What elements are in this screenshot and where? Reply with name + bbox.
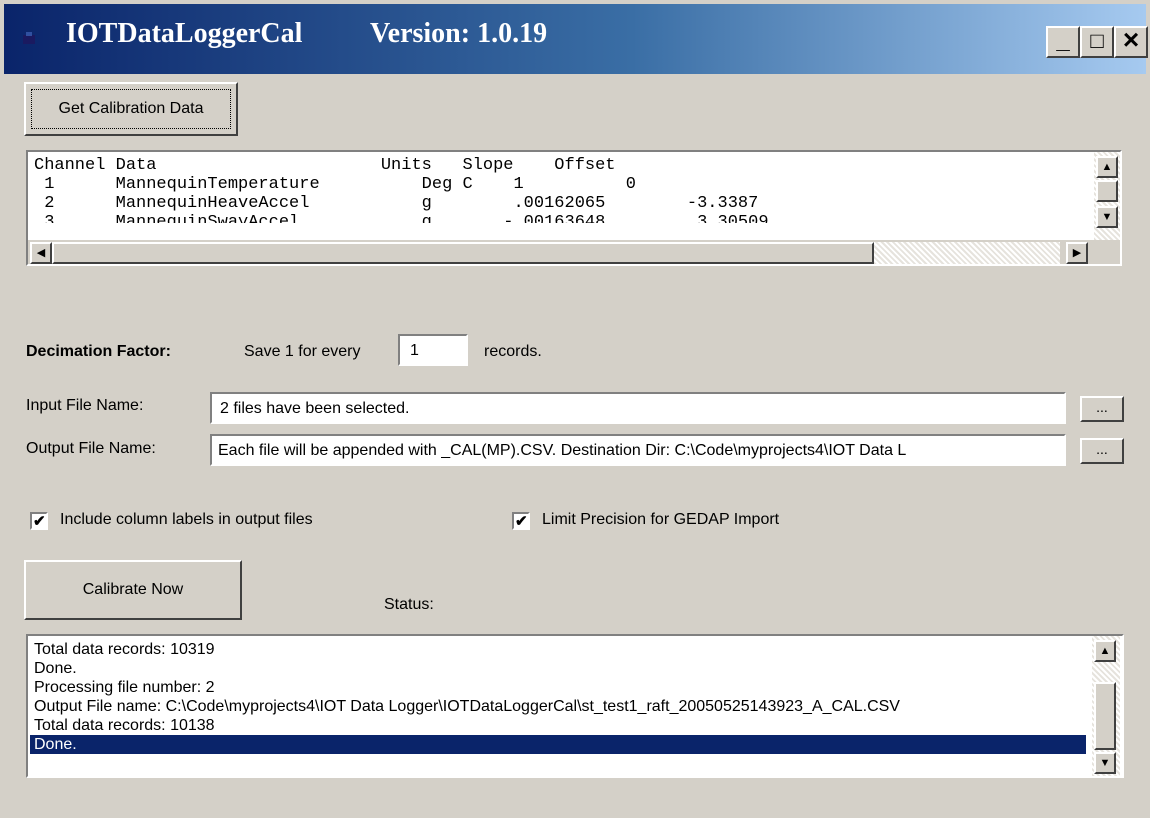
limit-precision-label[interactable]: Limit Precision for GEDAP Import — [542, 511, 779, 529]
minimize-button[interactable]: _ — [1046, 26, 1080, 58]
title-bar[interactable]: IOTDataLoggerCal Version: 1.0.19 _ □ × — [4, 4, 1148, 74]
scroll-down-icon[interactable]: ▼ — [1094, 752, 1116, 774]
list-item-selected[interactable]: Done. — [30, 735, 1086, 754]
scroll-up-icon[interactable]: ▲ — [1096, 156, 1118, 178]
scroll-down-icon[interactable]: ▼ — [1096, 206, 1118, 228]
calibrate-now-button[interactable]: Calibrate Now — [24, 560, 242, 620]
output-browse-button[interactable]: ... — [1080, 438, 1124, 464]
check-mark-icon: ✔ — [515, 513, 528, 530]
scroll-right-icon[interactable]: ▶ — [1066, 242, 1088, 264]
decimation-suffix: records. — [484, 343, 542, 360]
decimation-label: Decimation Factor: — [26, 343, 171, 360]
check-mark-icon: ✔ — [33, 513, 46, 530]
output-file-field[interactable]: Each file will be appended with _CAL(MP)… — [210, 434, 1066, 466]
calibration-table[interactable]: Channel Data Units Slope Offset 1 Manneq… — [26, 150, 1122, 266]
status-vscroll-thumb[interactable] — [1094, 682, 1116, 750]
table-hscroll-track[interactable] — [874, 242, 1060, 264]
table-vscroll-thumb[interactable] — [1096, 180, 1118, 202]
maximize-button[interactable]: □ — [1080, 26, 1114, 58]
input-file-label: Input File Name: — [26, 397, 144, 414]
include-labels-label[interactable]: Include column labels in output files — [60, 511, 313, 529]
calibration-table-header: Channel Data Units Slope Offset — [34, 156, 616, 175]
close-button[interactable]: × — [1114, 26, 1148, 58]
list-item[interactable]: Total data records: 10138 — [34, 716, 215, 735]
decimation-input[interactable]: 1 — [398, 334, 468, 366]
scroll-up-icon[interactable]: ▲ — [1094, 640, 1116, 662]
limit-precision-checkbox[interactable]: ✔ — [512, 512, 530, 530]
input-file-field[interactable]: 2 files have been selected. — [210, 392, 1066, 424]
output-file-label: Output File Name: — [26, 440, 156, 457]
decimation-prefix: Save 1 for every — [244, 343, 361, 360]
list-item[interactable]: Processing file number: 2 — [34, 678, 215, 697]
table-row[interactable]: 2 MannequinHeaveAccel g .00162065 -3.338… — [34, 194, 758, 213]
list-item[interactable]: Done. — [34, 659, 77, 678]
scroll-left-icon[interactable]: ◀ — [30, 242, 52, 264]
table-row[interactable]: 3 MannequinSwayAccel g -.00163648 3.3050… — [34, 213, 768, 223]
get-calibration-data-button[interactable]: Get Calibration Data — [24, 82, 238, 136]
window-version: Version: 1.0.19 — [370, 18, 548, 49]
status-list[interactable]: Total data records: 10319 Done. Processi… — [26, 634, 1124, 778]
table-hscroll-thumb[interactable] — [52, 242, 874, 264]
input-browse-button[interactable]: ... — [1080, 396, 1124, 422]
window-title: IOTDataLoggerCal — [66, 18, 303, 49]
list-item[interactable]: Output File name: C:\Code\myprojects4\IO… — [34, 697, 900, 716]
list-item[interactable]: Total data records: 10319 — [34, 640, 215, 659]
include-labels-checkbox[interactable]: ✔ — [30, 512, 48, 530]
app-icon — [22, 30, 38, 46]
table-row[interactable]: 1 MannequinTemperature Deg C 1 0 — [34, 175, 636, 194]
status-label: Status: — [384, 596, 434, 613]
